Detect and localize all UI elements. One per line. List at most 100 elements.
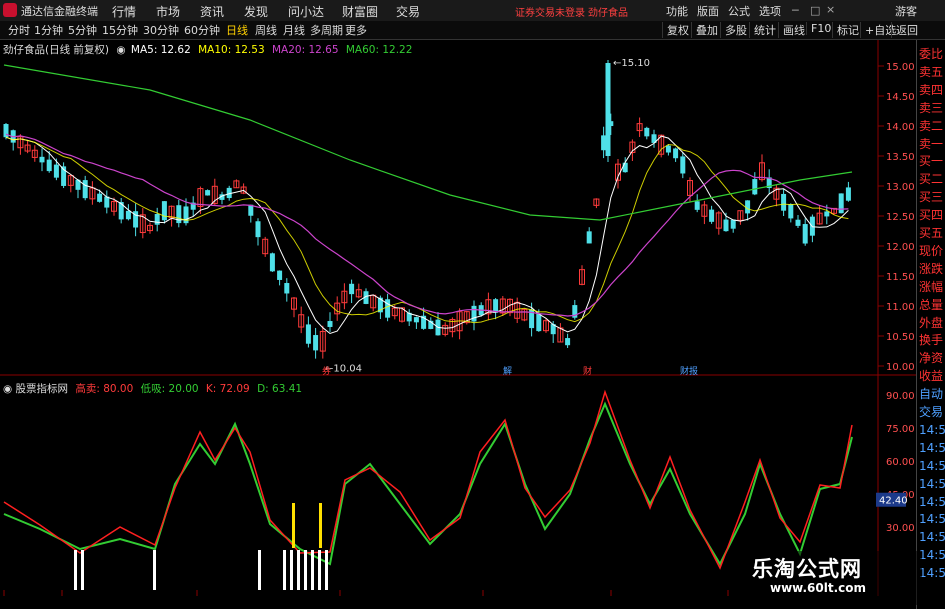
maximize-icon[interactable]: □	[810, 4, 820, 17]
event-marker: 财报	[680, 365, 698, 377]
candle-body	[269, 253, 275, 272]
candle-body	[795, 219, 801, 226]
period-weekly[interactable]: 周线	[255, 22, 277, 38]
price-tick-label: 15.00	[886, 62, 915, 73]
side-panel-item[interactable]: 涨幅	[919, 279, 943, 297]
candle-body	[39, 156, 45, 163]
menu-options[interactable]: 选项	[759, 3, 781, 19]
period-5min[interactable]: 5分钟	[68, 22, 97, 38]
side-panel-item[interactable]: 外盘	[919, 315, 943, 333]
grid	[878, 65, 884, 367]
sub-tick-label: 60.00	[886, 457, 915, 468]
buy-signal-bar	[74, 550, 77, 590]
menu-news[interactable]: 资讯	[200, 3, 224, 20]
side-panel-item[interactable]: 14:5	[919, 547, 945, 565]
menu-trade[interactable]: 交易	[396, 3, 420, 20]
side-panel-item[interactable]: 交易	[919, 404, 943, 422]
side-panel-item[interactable]: 卖三	[919, 100, 943, 118]
side-panel-item[interactable]: 14:5	[919, 422, 945, 440]
price-tick-label: 11.00	[886, 302, 915, 313]
price-tick-label: 13.00	[886, 182, 915, 193]
period-30min[interactable]: 30分钟	[143, 22, 179, 38]
watermark-url: www.60lt.com	[770, 581, 867, 595]
menu-function[interactable]: 功能	[666, 3, 688, 19]
side-panel-item[interactable]: 买二	[919, 171, 943, 189]
legend-ma60: MA60: 12.22	[345, 44, 413, 56]
btn-overlay[interactable]: 叠加	[691, 22, 718, 38]
menu-wealth[interactable]: 财富圈	[342, 3, 378, 20]
guest-user[interactable]: 游客	[895, 3, 917, 19]
menu-market[interactable]: 市场	[156, 3, 180, 20]
menu-layout[interactable]: 版面	[697, 3, 719, 19]
period-monthly[interactable]: 月线	[283, 22, 305, 38]
side-panel-item[interactable]: 买一	[919, 153, 943, 171]
side-panel-item[interactable]: 净资	[919, 350, 943, 368]
candle-body	[752, 179, 758, 195]
login-warning[interactable]: 证券交易未登录	[515, 4, 585, 19]
side-panel-item[interactable]: 14:5	[919, 511, 945, 529]
sub-tick-label: 75.00	[886, 424, 915, 435]
side-panel-item[interactable]: 14:5	[919, 494, 945, 512]
side-panel-item[interactable]: 卖一	[919, 136, 943, 154]
side-panel-item[interactable]: 卖四	[919, 82, 943, 100]
side-panel-item[interactable]: 收益	[919, 368, 943, 386]
buy-signal-bar	[153, 550, 156, 590]
buy-signal-bar	[297, 550, 300, 590]
price-tick-label: 11.50	[886, 272, 915, 283]
side-panel-item[interactable]: 换手	[919, 332, 943, 350]
menu-discover[interactable]: 发现	[244, 3, 268, 20]
btn-stats[interactable]: 统计	[749, 22, 776, 38]
period-15min[interactable]: 15分钟	[102, 22, 138, 38]
period-multi[interactable]: 多周期	[310, 22, 343, 38]
side-panel-item[interactable]: 买四	[919, 207, 943, 225]
period-more[interactable]: 更多	[345, 22, 367, 38]
btn-mark[interactable]: 标记	[832, 22, 859, 38]
candle-body	[536, 313, 542, 332]
candle-body	[824, 211, 830, 217]
side-panel-item[interactable]: 卖二	[919, 118, 943, 136]
menu-formula[interactable]: 公式	[728, 3, 750, 19]
side-panel-item[interactable]: 14:5	[919, 440, 945, 458]
legend-ma20: MA20: 12.65	[271, 44, 339, 56]
candle-body	[284, 283, 290, 294]
stock-name-top: 劲仔食品	[588, 8, 628, 19]
legend-title: 劲仔食品(日线 前复权)	[3, 44, 110, 56]
btn-fuquan[interactable]: 复权	[662, 22, 689, 38]
side-panel-item[interactable]: 总量	[919, 297, 943, 315]
side-panel-item[interactable]: 14:5	[919, 529, 945, 547]
btn-draw[interactable]: 画线	[778, 22, 805, 38]
side-panel-item[interactable]: 14:5	[919, 476, 945, 494]
kline-chart[interactable]: ←15.10←10.04券解财财报 15.0014.5014.0013.5013…	[0, 40, 916, 596]
menu-quotes[interactable]: 行情	[112, 3, 136, 20]
candle-body	[565, 338, 571, 346]
period-1min[interactable]: 1分钟	[34, 22, 63, 38]
side-panel-item[interactable]: 卖五	[919, 64, 943, 82]
period-60min[interactable]: 60分钟	[184, 22, 220, 38]
btn-f10[interactable]: F10	[806, 22, 831, 35]
candle-body	[327, 321, 333, 327]
price-tick-label: 14.50	[886, 92, 915, 103]
btn-multistock[interactable]: 多股	[720, 22, 747, 38]
minimize-icon[interactable]: ─	[792, 4, 799, 17]
side-panel-item[interactable]: 14:5	[919, 565, 945, 583]
menu-ask[interactable]: 问小达	[288, 3, 324, 20]
legend-sub-gear-icon[interactable]: ◉	[3, 383, 12, 395]
period-timeshare[interactable]: 分时	[8, 22, 30, 38]
side-panel-item[interactable]: 买三	[919, 189, 943, 207]
close-icon[interactable]: ×	[826, 3, 835, 16]
side-panel-item[interactable]: 涨跌	[919, 261, 943, 279]
buy-signal-bar	[258, 550, 261, 590]
legend-low-buy: 低吸: 20.00	[140, 383, 199, 395]
side-panel-item[interactable]: 自动	[919, 386, 943, 404]
candle-body	[413, 317, 419, 323]
side-panel-item[interactable]: 委比	[919, 46, 943, 64]
event-marker: 解	[503, 365, 512, 377]
side-panel-item[interactable]: 现价	[919, 243, 943, 261]
btn-back[interactable]: 返回	[891, 22, 918, 38]
buy-signal-bar	[304, 550, 307, 590]
side-panel-item[interactable]: 14:5	[919, 458, 945, 476]
side-panel-item[interactable]: 买五	[919, 225, 943, 243]
period-daily[interactable]: 日线	[226, 22, 248, 38]
candle-body	[605, 63, 611, 156]
legend-gear-icon[interactable]: ◉	[116, 44, 125, 56]
